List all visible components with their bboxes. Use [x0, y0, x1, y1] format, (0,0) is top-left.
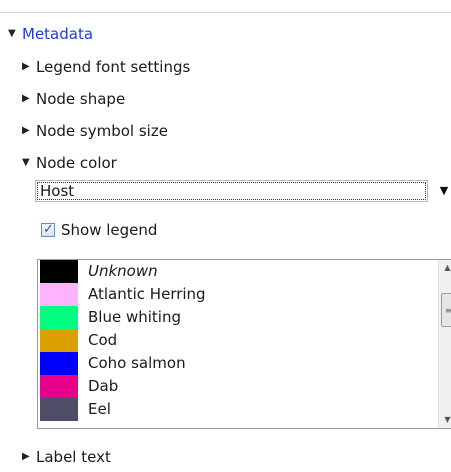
- tree-item-label: Label text: [36, 448, 111, 466]
- scroll-up-arrow-icon[interactable]: ▲: [439, 260, 451, 276]
- legend-item-label: Coho salmon: [88, 354, 186, 372]
- tree-item-legend-font-settings[interactable]: ▶ Legend font settings: [22, 56, 190, 78]
- color-swatch[interactable]: [40, 329, 78, 352]
- triangle-down-icon: ▼: [22, 157, 30, 168]
- node-color-select[interactable]: Host: [35, 180, 428, 202]
- color-swatch[interactable]: [40, 260, 78, 283]
- tree-item-label: Metadata: [22, 25, 94, 43]
- tree-item-node-symbol-size[interactable]: ▶ Node symbol size: [22, 120, 168, 142]
- color-swatch[interactable]: [40, 375, 78, 398]
- color-swatch[interactable]: [40, 283, 78, 306]
- legend-item-label: Dab: [88, 377, 119, 395]
- node-color-select-value: Host: [37, 182, 426, 200]
- tree-item-label: Node color: [36, 154, 117, 172]
- tree-item-label-text[interactable]: ▶ Label text: [22, 446, 111, 468]
- triangle-right-icon: ▶: [22, 125, 30, 136]
- legend-item-label: Atlantic Herring: [88, 285, 206, 303]
- legend-item-label: Blue whiting: [88, 308, 181, 326]
- tree-item-node-color[interactable]: ▼ Node color: [22, 152, 117, 174]
- scroll-down-arrow-icon[interactable]: ▼: [439, 412, 451, 428]
- top-divider: [0, 12, 451, 13]
- grip-icon: ≡: [445, 307, 451, 315]
- legend-item-label: Eel: [88, 400, 111, 418]
- legend-list[interactable]: Unknown Atlantic Herring Blue whiting Cod Co…: [37, 259, 451, 429]
- tree-item-label: Node shape: [36, 90, 126, 108]
- triangle-right-icon: ▶: [22, 93, 30, 104]
- tree-item-label: Node symbol size: [36, 122, 168, 140]
- color-swatch[interactable]: [40, 352, 78, 375]
- scroll-thumb[interactable]: ≡: [441, 293, 451, 327]
- dropdown-arrow-icon[interactable]: ▼: [437, 180, 451, 202]
- tree-item-node-shape[interactable]: ▶ Node shape: [22, 88, 125, 110]
- legend-list-scrollbar[interactable]: ▲ ≡ ▼: [438, 260, 451, 428]
- tree-item-label: Legend font settings: [36, 58, 191, 76]
- legend-item-label: Unknown: [88, 262, 158, 280]
- triangle-right-icon: ▶: [22, 451, 30, 462]
- show-legend-checkbox-row[interactable]: ✓ Show legend: [41, 220, 157, 240]
- legend-item-label: Cod: [88, 331, 118, 349]
- checkmark-icon: ✓: [43, 221, 54, 237]
- tree-item-metadata[interactable]: ▼ Metadata: [8, 23, 93, 45]
- triangle-right-icon: ▶: [22, 61, 30, 72]
- triangle-down-icon: ▼: [8, 28, 16, 39]
- show-legend-checkbox[interactable]: ✓: [41, 221, 55, 237]
- color-swatch[interactable]: [40, 306, 78, 329]
- show-legend-label: Show legend: [61, 221, 158, 239]
- color-swatch[interactable]: [40, 398, 78, 421]
